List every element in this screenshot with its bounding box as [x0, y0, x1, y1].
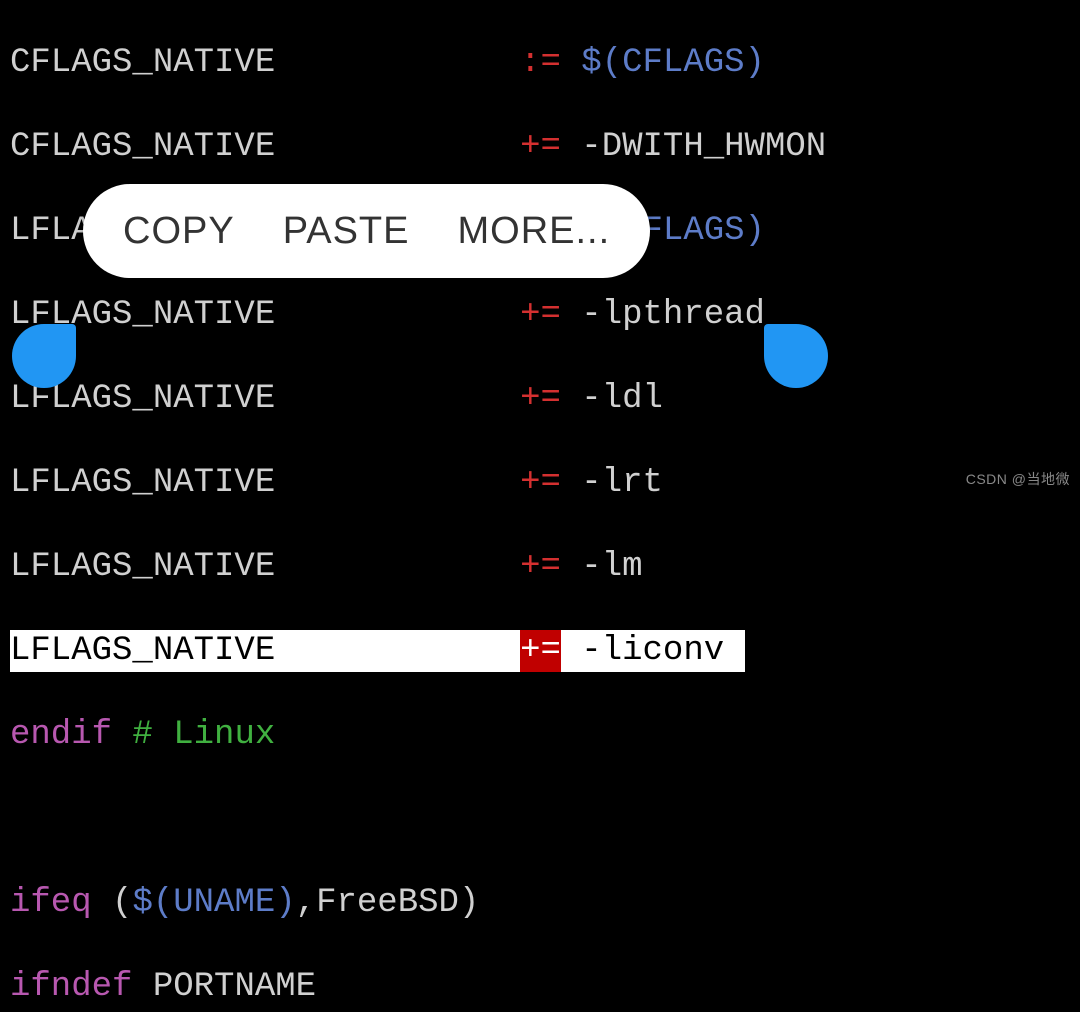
selection-handle-right[interactable] [764, 324, 828, 388]
selection-op: += [520, 630, 561, 672]
code-line: CFLAGS_NATIVE := $(CFLAGS) [10, 42, 1070, 84]
selection-handle-left[interactable] [12, 324, 76, 388]
code-line: LFLAGS_NATIVE += -ldl [10, 378, 1070, 420]
code-line: ifndef PORTNAME [10, 966, 1070, 1008]
selection-start: LFLAGS_NATIVE [10, 630, 520, 672]
paste-button[interactable]: PASTE [283, 210, 410, 252]
more-button[interactable]: MORE... [457, 210, 610, 252]
code-line: ifeq ($(UNAME),FreeBSD) [10, 882, 1070, 924]
watermark-text: CSDN @当地微 [966, 458, 1070, 500]
selection-end: -liconv [561, 630, 745, 672]
code-line: LFLAGS_NATIVE += -lrt [10, 462, 1070, 504]
blank-line [10, 798, 1070, 840]
code-editor[interactable]: CFLAGS_NATIVE := $(CFLAGS) CFLAGS_NATIVE… [0, 0, 1080, 1012]
code-line: CFLAGS_NATIVE += -DWITH_HWMON [10, 126, 1070, 168]
selected-line[interactable]: LFLAGS_NATIVE += -liconv [10, 630, 1070, 672]
code-line: LFLAGS_NATIVE += -lm [10, 546, 1070, 588]
code-line: endif # Linux [10, 714, 1070, 756]
code-line: LFLAGS_NATIVE += -lpthread [10, 294, 1070, 336]
context-menu: COPY PASTE MORE... [83, 184, 650, 278]
copy-button[interactable]: COPY [123, 210, 235, 252]
